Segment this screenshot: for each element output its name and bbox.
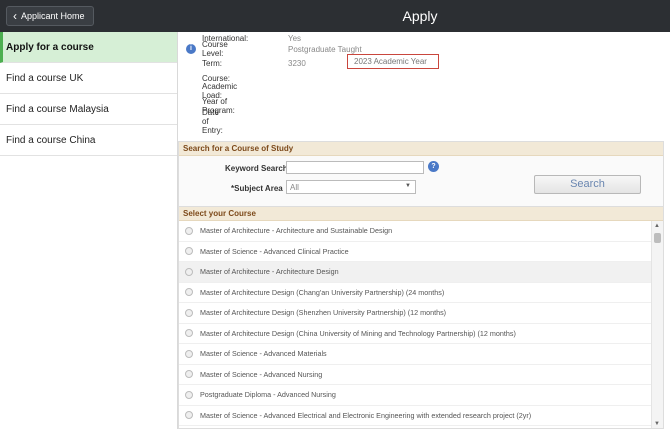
keyword-search-label: Keyword Search	[225, 164, 288, 173]
info-icon[interactable]: i	[186, 44, 196, 54]
course-radio[interactable]	[185, 329, 193, 338]
course-label: Master of Architecture Design (Chang'an …	[200, 287, 445, 297]
course-radio[interactable]	[185, 308, 193, 317]
course-radio[interactable]	[185, 390, 193, 399]
course-label: Master of Architecture - Architecture an…	[200, 226, 393, 236]
sidebar-item-find-china[interactable]: Find a course China	[0, 125, 177, 156]
search-panel-heading: Search for a Course of Study	[179, 142, 663, 156]
course-list-item[interactable]: Master of Architecture - Architecture an…	[179, 221, 653, 242]
help-icon[interactable]: ?	[428, 161, 439, 172]
course-label: Master of Architecture - Architecture De…	[200, 267, 339, 277]
course-label: Master of Architecture Design (China Uni…	[200, 328, 516, 338]
search-button[interactable]: Search	[534, 175, 641, 194]
course-radio[interactable]	[185, 411, 193, 420]
keyword-search-input[interactable]	[286, 161, 424, 174]
course-label: Master of Science - Advanced Nursing	[200, 369, 323, 379]
sidebar-item-find-malaysia[interactable]: Find a course Malaysia	[0, 94, 177, 125]
subject-area-select[interactable]: All ▼	[286, 180, 416, 194]
course-list-item[interactable]: Master of Architecture - Architecture De…	[179, 262, 653, 283]
course-list-item[interactable]: Postgraduate Diploma - Advanced Nursing	[179, 385, 653, 406]
course-list-item[interactable]: Master of Architecture Design (Shenzhen …	[179, 303, 653, 324]
international-value: Yes	[288, 33, 302, 43]
sidebar-item-apply[interactable]: Apply for a course	[0, 32, 177, 63]
course-label: Master of Science - Advanced Electrical …	[200, 410, 532, 420]
course-label: Master of Architecture Design (Shenzhen …	[200, 308, 447, 318]
scrollbar[interactable]: ▲ ▼	[651, 221, 663, 428]
course-list-panel: Select your Course Master of Architectur…	[178, 206, 664, 429]
subject-area-label: *Subject Area	[231, 184, 283, 193]
course-level-value: Postgraduate Taught	[288, 44, 362, 54]
course-panel-heading: Select your Course	[179, 207, 663, 221]
course-radio[interactable]	[185, 349, 193, 358]
date-of-entry-label: Date of Entry:	[202, 107, 223, 135]
course-radio[interactable]	[185, 370, 193, 379]
term-label: Term:	[202, 58, 222, 68]
dropdown-arrow-icon: ▼	[405, 183, 411, 189]
top-bar: ‹ Applicant Home Apply	[0, 0, 670, 32]
course-radio[interactable]	[185, 226, 193, 235]
course-list-item[interactable]: Master of Science - Advanced Nursing	[179, 365, 653, 385]
course-list-item[interactable]: Master of Science - Advanced Clinical Pr…	[179, 242, 653, 262]
course-list-item[interactable]: Master of Science - Advanced Electrical …	[179, 406, 653, 426]
course-label: Master of Science - Advanced Clinical Pr…	[200, 246, 349, 256]
course-level-label: Course Level:	[202, 40, 228, 58]
sidebar: Apply for a course Find a course UK Find…	[0, 32, 178, 429]
term-code: 3230	[288, 58, 306, 68]
course-list-item[interactable]: Master of Architecture Design (China Uni…	[179, 324, 653, 344]
scroll-up-icon[interactable]: ▲	[654, 223, 660, 229]
sidebar-item-find-uk[interactable]: Find a course UK	[0, 63, 177, 94]
course-list-item[interactable]: Master of Architecture Design (Chang'an …	[179, 283, 653, 303]
main-content: International: Yes i Course Level: Postg…	[178, 32, 670, 429]
term-value: 2023 Academic Year	[347, 54, 439, 69]
subject-area-value: All	[290, 183, 299, 192]
course-radio[interactable]	[185, 288, 193, 297]
course-label: Master of Science - Advanced Materials	[200, 349, 327, 359]
course-list-item[interactable]: Master of Science - Advanced Materials	[179, 344, 653, 365]
page-title: Apply	[402, 8, 438, 24]
course-label: Postgraduate Diploma - Advanced Nursing	[200, 390, 336, 400]
course-radio[interactable]	[185, 247, 193, 256]
scroll-down-icon[interactable]: ▼	[654, 421, 660, 427]
scroll-thumb[interactable]	[654, 233, 661, 243]
course-list: Master of Architecture - Architecture an…	[179, 221, 653, 426]
course-radio[interactable]	[185, 267, 193, 276]
